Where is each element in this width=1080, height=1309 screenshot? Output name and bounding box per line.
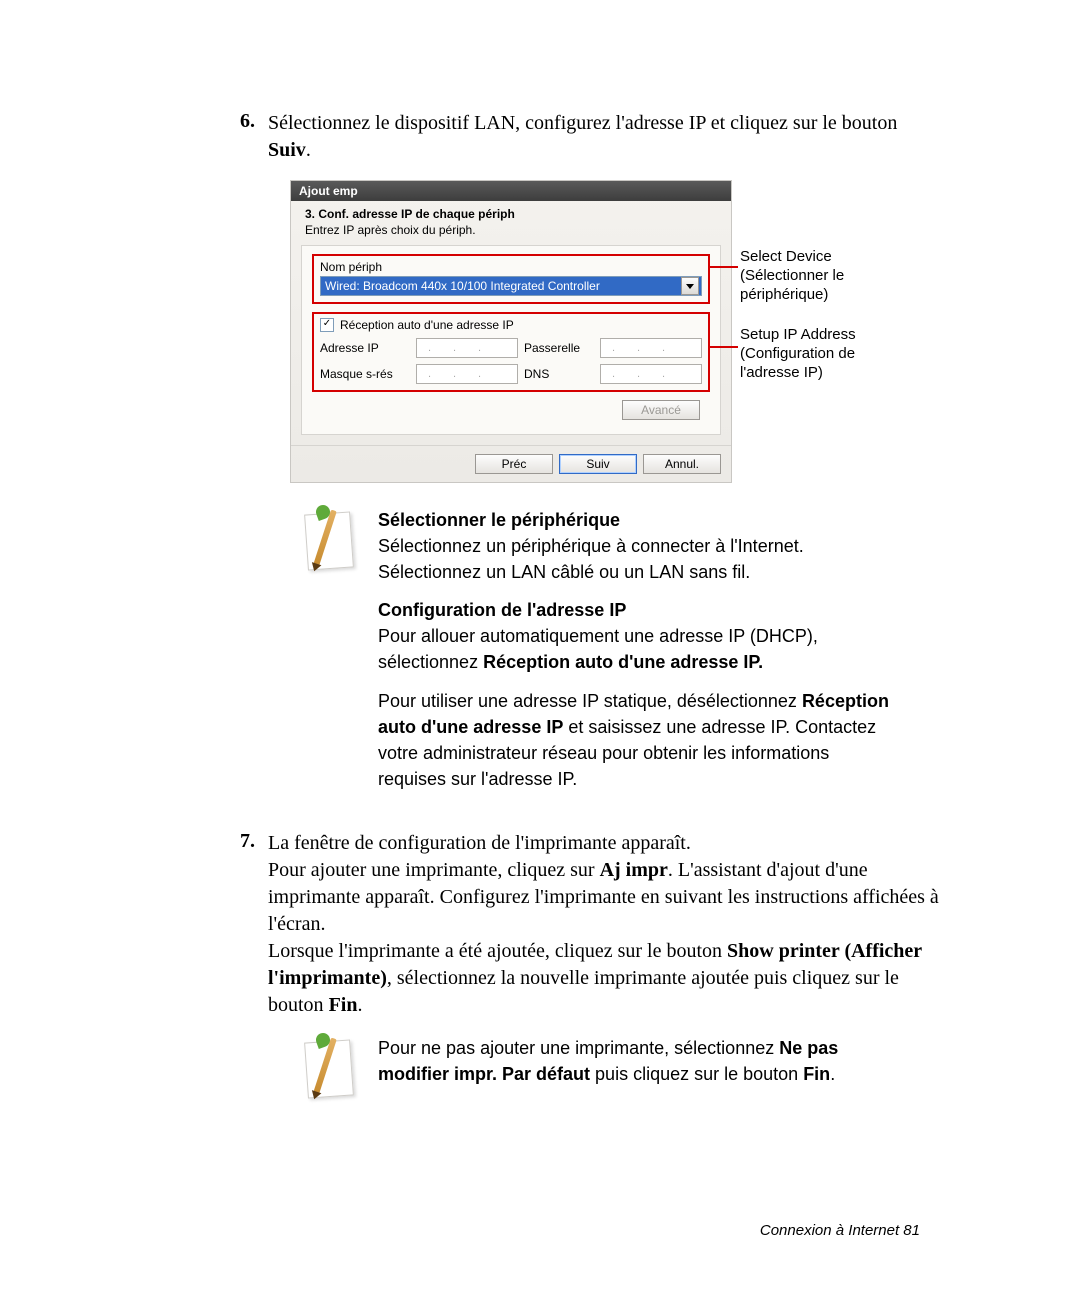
step-7-body: La fenêtre de configuration de l'imprima… — [268, 830, 940, 1019]
s7-l2a: Pour ajouter une imprimante, cliquez sur — [268, 859, 600, 881]
device-value: Wired: Broadcom 440x 10/100 Integrated C… — [325, 279, 600, 293]
auto-ip-checkbox[interactable] — [320, 318, 334, 332]
note-2: Pour ne pas ajouter une imprimante, séle… — [302, 1035, 940, 1099]
s7-l3e: . — [357, 994, 362, 1016]
note1-p3a: Pour utiliser une adresse IP statique, d… — [378, 691, 802, 711]
n2-t3: puis cliquez sur le bouton — [590, 1064, 803, 1084]
n2-t4: Fin — [803, 1064, 830, 1084]
dialog-panel: Nom périph Wired: Broadcom 440x 10/100 I… — [301, 245, 721, 435]
note1-p2b: Réception auto d'une adresse IP. — [483, 652, 763, 672]
device-label: Nom périph — [320, 260, 702, 274]
dns-input[interactable]: ... — [600, 364, 702, 384]
step-7: 7. La fenêtre de configuration de l'impr… — [240, 830, 940, 1019]
callout-line-1 — [708, 266, 738, 268]
dialog-header: 3. Conf. adresse IP de chaque périph — [291, 201, 731, 221]
dns-label: DNS — [524, 367, 594, 381]
setup-ip-box: Réception auto d'une adresse IP Adresse … — [312, 312, 710, 392]
device-dropdown[interactable]: Wired: Broadcom 440x 10/100 Integrated C… — [320, 276, 702, 296]
gw-input[interactable]: ... — [600, 338, 702, 358]
select-device-box: Nom périph Wired: Broadcom 440x 10/100 I… — [312, 254, 710, 304]
note-1: Sélectionner le périphérique Sélectionne… — [302, 507, 940, 804]
note1-p1: Sélectionnez un périphérique à connecter… — [378, 536, 804, 582]
note-icon — [302, 507, 354, 569]
dialog-ajout-emp: Ajout emp 3. Conf. adresse IP de chaque … — [290, 180, 732, 483]
advanced-row: Avancé — [312, 400, 710, 424]
n2-t5: . — [830, 1064, 835, 1084]
dialog-subheader: Entrez IP après choix du périph. — [291, 221, 731, 245]
page-footer: Connexion à Internet 81 — [760, 1222, 920, 1239]
step-6-body: Sélectionnez le dispositif LAN, configur… — [268, 110, 940, 164]
auto-ip-row: Réception auto d'une adresse IP — [320, 318, 702, 332]
cancel-button[interactable]: Annul. — [643, 454, 721, 474]
gw-label: Passerelle — [524, 341, 594, 355]
ip-label: Adresse IP — [320, 341, 410, 355]
callout-setup-ip: Setup IP Address (Configuration de l'adr… — [740, 326, 910, 382]
note-1-text: Sélectionner le périphérique Sélectionne… — [378, 507, 898, 804]
dialog-title: Ajout emp — [291, 181, 731, 201]
chevron-down-icon[interactable] — [681, 277, 699, 295]
mask-label: Masque s-rés — [320, 367, 410, 381]
mask-input[interactable]: ... — [416, 364, 518, 384]
step-6-number: 6. — [240, 110, 268, 164]
n2-t1: Pour ne pas ajouter une imprimante, séle… — [378, 1038, 779, 1058]
advanced-button[interactable]: Avancé — [622, 400, 700, 420]
s7-l2b: Aj impr — [600, 859, 668, 881]
auto-ip-label: Réception auto d'une adresse IP — [340, 318, 514, 332]
note-2-text: Pour ne pas ajouter une imprimante, séle… — [378, 1035, 898, 1099]
figure-dialog-row: Ajout emp 3. Conf. adresse IP de chaque … — [290, 180, 940, 483]
s7-l1: La fenêtre de configuration de l'imprima… — [268, 832, 691, 854]
step6-text: Sélectionnez le dispositif LAN, configur… — [268, 112, 897, 134]
note1-h1: Sélectionner le périphérique — [378, 510, 620, 530]
step-6: 6. Sélectionnez le dispositif LAN, confi… — [240, 110, 940, 164]
ip-input[interactable]: ... — [416, 338, 518, 358]
note1-h2: Configuration de l'adresse IP — [378, 600, 626, 620]
step6-suiv: Suiv — [268, 139, 306, 161]
ip-grid: Adresse IP ... Passerelle ... Masque s-r… — [320, 338, 702, 384]
prev-button[interactable]: Préc — [475, 454, 553, 474]
step-7-number: 7. — [240, 830, 268, 1019]
callout-line-2 — [708, 346, 738, 348]
dialog-footer: Préc Suiv Annul. — [291, 445, 731, 482]
next-button[interactable]: Suiv — [559, 454, 637, 474]
step6-dot: . — [306, 139, 311, 161]
s7-l3d: Fin — [329, 994, 358, 1016]
s7-l3a: Lorsque l'imprimante a été ajoutée, cliq… — [268, 940, 727, 962]
callout-select-device: Select Device (Sélectionner le périphéri… — [740, 248, 910, 304]
note-icon — [302, 1035, 354, 1097]
